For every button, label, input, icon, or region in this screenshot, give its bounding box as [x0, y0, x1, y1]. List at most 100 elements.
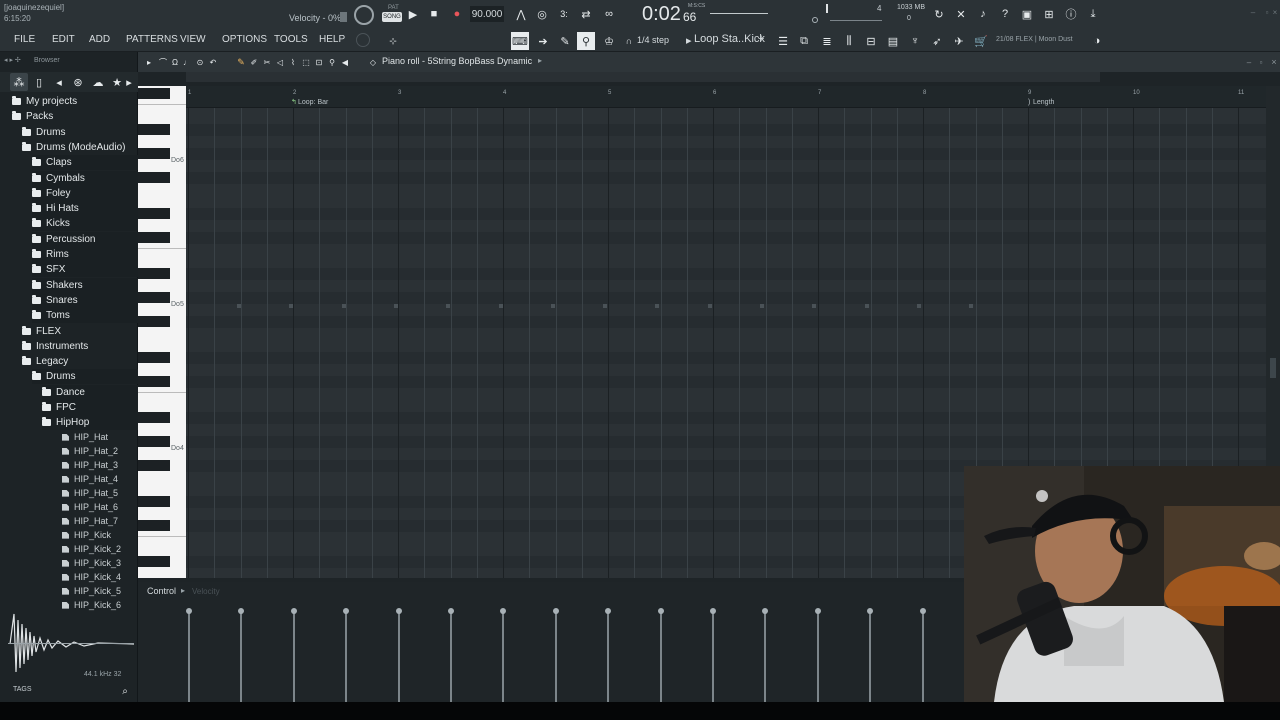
browser-folder-item[interactable]: Legacy	[22, 354, 138, 369]
black-key[interactable]	[138, 496, 170, 507]
shop-icon[interactable]: 🛒	[972, 32, 990, 50]
stop-icon[interactable]: ■	[425, 5, 443, 23]
vertical-scroll-thumb[interactable]	[1270, 358, 1276, 378]
length-marker-icon[interactable]: )	[1028, 99, 1030, 106]
browser-folder-item[interactable]: Percussion	[32, 231, 138, 247]
browser-folder-item[interactable]: Cymbals	[32, 170, 138, 186]
velocity-handle[interactable]	[290, 608, 297, 614]
browser-folder-item[interactable]: SFX	[32, 262, 138, 278]
velocity-handle[interactable]	[919, 608, 926, 614]
velocity-handle[interactable]	[814, 608, 821, 614]
black-key[interactable]	[138, 352, 170, 363]
velocity-stem[interactable]	[502, 612, 505, 702]
pencil-icon[interactable]: ✎	[556, 32, 574, 50]
browser-file-item[interactable]: HIP_Hat_4	[62, 472, 148, 487]
browser-waveform-icon[interactable]: ⁂	[10, 73, 28, 91]
menu-patterns[interactable]: PATTERNS	[126, 34, 178, 45]
menu-view[interactable]: VIEW	[180, 34, 206, 45]
browser-file-item[interactable]: HIP_Kick	[62, 528, 148, 543]
monitor-knob[interactable]	[812, 17, 818, 23]
browser-folder-item[interactable]: Toms	[32, 308, 138, 324]
velocity-stem[interactable]	[240, 612, 243, 702]
browser-folder-item[interactable]: Rims	[32, 247, 138, 262]
velocity-lane[interactable]	[186, 604, 964, 702]
velocity-handle[interactable]	[186, 608, 192, 614]
channel-rack-icon[interactable]: ⧉	[795, 32, 813, 50]
metronome-icon[interactable]: ⋀	[512, 5, 530, 23]
browser-file-item[interactable]: HIP_Hat_2	[62, 444, 148, 459]
browser-folder-item[interactable]: Drums	[22, 125, 138, 140]
download-icon[interactable]: ⤓	[1084, 5, 1102, 23]
black-key[interactable]	[138, 316, 170, 327]
browser-file-icon[interactable]: ▯	[30, 73, 48, 91]
position-slider[interactable]	[710, 13, 768, 14]
velocity-stem[interactable]	[659, 612, 662, 702]
velocity-handle[interactable]	[238, 608, 245, 614]
playlist-icon[interactable]: ☰	[774, 32, 792, 50]
browser-record-icon[interactable]: ⊛	[69, 73, 87, 91]
control-label[interactable]: Control	[147, 586, 176, 596]
velocity-stem[interactable]	[345, 612, 348, 702]
pattern-add-icon[interactable]: +	[758, 33, 764, 45]
close-icon[interactable]: ×	[1270, 3, 1280, 21]
browser-folder-item[interactable]: My projects	[12, 94, 138, 109]
velocity-stem[interactable]	[607, 612, 610, 702]
mode-song-toggle[interactable]: SONG	[382, 12, 402, 22]
browser-file-item[interactable]: HIP_Hat_5	[62, 486, 148, 501]
black-key[interactable]	[138, 88, 170, 99]
tags-label[interactable]: TAGS	[13, 686, 32, 693]
velocity-stem[interactable]	[397, 612, 400, 702]
event-editor[interactable]: Control ▸ Velocity	[138, 582, 964, 702]
horizontal-scrollbar[interactable]	[186, 72, 1100, 82]
menu-tools[interactable]: TOOLS	[274, 34, 308, 45]
browser-folder-item[interactable]: Dance	[42, 384, 138, 400]
hat-icon[interactable]: ♔	[600, 32, 618, 50]
plugin-picker-icon[interactable]: ♆	[906, 32, 924, 50]
velocity-stem[interactable]	[554, 612, 557, 702]
browser-file-item[interactable]: HIP_Hat_3	[62, 458, 148, 473]
cloud-icon[interactable]: ☁	[89, 73, 107, 91]
velocity-handle[interactable]	[395, 608, 402, 614]
browser-file-item[interactable]: HIP_Hat_6	[62, 500, 148, 515]
browser-file-item[interactable]: HIP_Kick_3	[62, 556, 148, 571]
globe-icon[interactable]: ◑	[1088, 32, 1106, 50]
black-key[interactable]	[138, 124, 170, 135]
black-key[interactable]	[138, 268, 170, 279]
black-key[interactable]	[138, 556, 170, 567]
black-key[interactable]	[138, 460, 170, 471]
cursor-icon[interactable]: ➶	[928, 32, 946, 50]
velocity-handle[interactable]	[343, 608, 350, 614]
menu-file[interactable]: FILE	[14, 34, 35, 45]
browser-folder-item[interactable]: Kicks	[32, 216, 138, 232]
tools-icon[interactable]: ✕	[952, 5, 970, 23]
browser-nav-icon[interactable]: ◂ ▸ ✢	[4, 56, 21, 64]
browser-folder-item[interactable]: HipHop	[42, 415, 138, 431]
tempo-tap-icon[interactable]: ✈	[950, 32, 968, 50]
link-icon[interactable]: ⚲	[577, 32, 595, 50]
master-volume-knob[interactable]	[354, 5, 374, 25]
wait-input-icon[interactable]: ◎	[533, 5, 551, 23]
countdown-icon[interactable]: 3:	[555, 5, 573, 23]
mixer-list-icon[interactable]: ≣	[818, 32, 836, 50]
black-key[interactable]	[138, 376, 170, 387]
browser-folder-item[interactable]: Drums	[32, 369, 138, 385]
time-ruler[interactable]: 1 2 3 4 5 6 7 8 9 10 11 ↰ Loop: Bar ) Length	[186, 86, 1266, 108]
record-icon[interactable]: ●	[448, 5, 466, 23]
control-param[interactable]: Velocity	[192, 587, 220, 596]
browser-file-item[interactable]: HIP_Hat	[62, 430, 148, 445]
browser-folder-item[interactable]: Drums (ModeAudio)	[22, 140, 138, 155]
refresh-icon[interactable]: ↻	[930, 5, 948, 23]
menu-options[interactable]: OPTIONS	[222, 34, 267, 45]
velocity-handle[interactable]	[552, 608, 559, 614]
step-edit-icon[interactable]: ⇄	[577, 5, 595, 23]
velocity-handle[interactable]	[500, 608, 507, 614]
undo-icon[interactable]: ↶	[204, 53, 222, 71]
pattern-arrow[interactable]: ▸	[686, 34, 692, 47]
velocity-stem[interactable]	[869, 612, 872, 702]
black-key[interactable]	[138, 412, 170, 423]
browser-back-icon[interactable]: ◂	[50, 73, 68, 91]
black-key[interactable]	[138, 292, 170, 303]
plugin-icon[interactable]: ⊞	[1040, 5, 1058, 23]
velocity-stem[interactable]	[188, 612, 190, 702]
browser-file-item[interactable]: HIP_Kick_2	[62, 542, 148, 557]
